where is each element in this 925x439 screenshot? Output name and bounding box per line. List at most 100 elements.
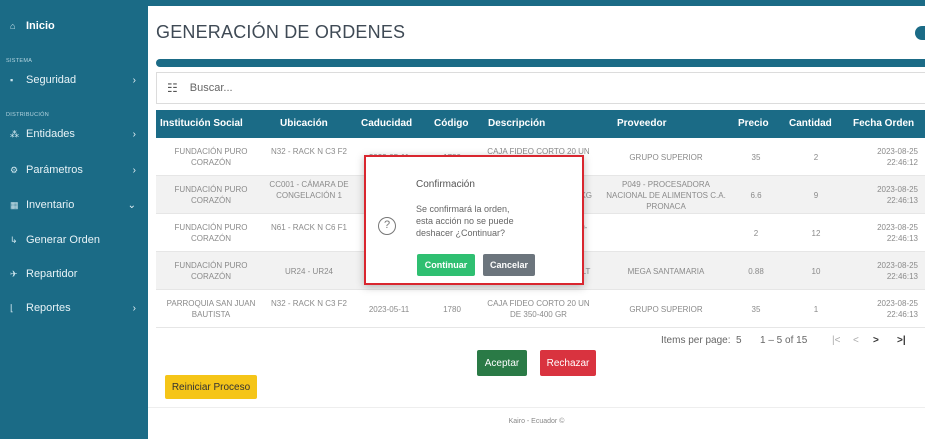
cell-caducidad: 2023-05-11 — [368, 305, 410, 314]
last-page-button[interactable]: >| — [897, 335, 906, 346]
sidebar-item-seguridad[interactable]: ▪ Seguridad › — [0, 69, 148, 91]
cell-ubicacion: N32 - RACK N C3 F2 — [270, 147, 348, 156]
accent-bar — [156, 59, 925, 67]
cell-institucion: FUNDACIÓN PURO CORAZÓN — [174, 147, 248, 167]
entities-icon: ⁂ — [10, 128, 19, 139]
filter-icon[interactable]: ☷ — [167, 81, 178, 95]
page-range: 1 – 5 of 15 — [760, 335, 808, 346]
dialog-title: Confirmación — [416, 179, 475, 190]
cell-ubicacion: CC001 - CÁMARA DE CONGELACIÓN 1 — [269, 180, 349, 200]
page-size-select[interactable]: 5 — [736, 335, 742, 346]
items-per-page-label: Items per page: — [661, 335, 731, 346]
sidebar-item-label: Seguridad — [26, 74, 77, 86]
search-bar[interactable]: ☷ Buscar... — [156, 72, 925, 104]
sidebar-item-label: Inicio — [26, 20, 55, 32]
cell-institucion: PARROQUIA SAN JUAN BAUTISTA — [166, 299, 256, 319]
cell-descripcion: CAJA FIDEO CORTO 20 UN DE 350-400 GR — [487, 299, 590, 319]
cell-proveedor: MEGA SANTAMARIA — [627, 267, 705, 276]
cell-proveedor: GRUPO SUPERIOR — [629, 305, 703, 314]
section-sistema: SISTEMA — [6, 58, 33, 64]
next-page-button[interactable]: > — [873, 335, 879, 346]
cell-fecha: 2023-08-25 22:46:13 — [877, 185, 918, 205]
sidebar-item-repartidor[interactable]: ✈ Repartidor — [0, 263, 148, 285]
accept-button[interactable]: Aceptar — [477, 350, 527, 376]
col-header[interactable]: Institución Social — [160, 118, 243, 129]
section-distribucion: DISTRIBUCIÓN — [6, 112, 50, 118]
col-header[interactable]: Descripción — [488, 118, 545, 129]
col-header[interactable]: Proveedor — [617, 118, 666, 129]
col-header[interactable]: Fecha Orden — [853, 118, 914, 129]
sidebar-item-reportes[interactable]: ⌊ Reportes › — [0, 297, 148, 319]
delivery-icon: ✈ — [10, 268, 18, 279]
sidebar: ⌂ Inicio SISTEMA ▪ Seguridad › DISTRIBUC… — [0, 0, 148, 439]
chevron-right-icon: › — [132, 128, 136, 140]
cell-fecha: 2023-08-25 22:46:13 — [877, 223, 918, 243]
cell-institucion: FUNDACIÓN PURO CORAZÓN — [174, 223, 248, 243]
cell-cantidad: 9 — [813, 191, 819, 200]
sidebar-item-label: Parámetros — [26, 164, 83, 176]
col-header[interactable]: Código — [434, 118, 468, 129]
order-icon: ↳ — [10, 234, 18, 245]
chevron-right-icon: › — [132, 302, 136, 314]
cancel-button[interactable]: Cancelar — [483, 254, 535, 276]
chart-icon: ⌊ — [10, 302, 14, 313]
chevron-right-icon: › — [132, 74, 136, 86]
chevron-right-icon: › — [132, 164, 136, 176]
cell-cantidad: 2 — [813, 153, 819, 162]
continue-button[interactable]: Continuar — [417, 254, 475, 276]
sidebar-item-label: Inventario — [26, 199, 75, 211]
col-header[interactable]: Precio — [738, 118, 769, 129]
sidebar-item-generar-orden[interactable]: ↳ Generar Orden — [0, 229, 148, 251]
question-icon: ? — [378, 217, 396, 235]
cell-cantidad: 1 — [813, 305, 819, 314]
dialog-message: Se confirmará la orden, esta acción no s… — [416, 204, 514, 238]
page-title: GENERACIÓN DE ORDENES — [156, 22, 406, 42]
cell-precio: 35 — [751, 305, 761, 314]
table-header: Institución Social Ubicación Caducidad C… — [156, 110, 925, 138]
sidebar-item-inicio[interactable]: ⌂ Inicio — [0, 15, 148, 37]
top-bar — [148, 0, 925, 6]
sidebar-item-label: Repartidor — [26, 268, 78, 280]
sidebar-item-label: Reportes — [26, 302, 71, 314]
cell-precio: 35 — [751, 153, 761, 162]
cell-cantidad: 12 — [811, 229, 821, 238]
cell-cantidad: 10 — [811, 267, 821, 276]
cell-codigo: 1780 — [443, 305, 461, 314]
lock-icon: ▪ — [10, 75, 14, 85]
first-page-button[interactable]: |< — [832, 335, 840, 346]
settings-icon: ⚙ — [10, 164, 19, 175]
cell-proveedor: GRUPO SUPERIOR — [629, 153, 703, 162]
sidebar-item-entidades[interactable]: ⁂ Entidades › — [0, 123, 148, 145]
cell-precio: 2 — [753, 229, 759, 238]
confirmation-dialog: Confirmación ? Se confirmará la orden, e… — [364, 155, 584, 285]
cell-institucion: FUNDACIÓN PURO CORAZÓN — [174, 261, 248, 281]
home-icon: ⌂ — [10, 21, 16, 31]
paginator: Items per page: 5 1 – 5 of 15 |< < > >| — [156, 330, 925, 352]
sidebar-item-inventario[interactable]: ▦ Inventario ⌄ — [0, 194, 148, 216]
chevron-down-icon: ⌄ — [127, 199, 136, 211]
cell-ubicacion: N61 - RACK N C6 F1 — [270, 223, 348, 232]
cell-fecha: 2023-08-25 22:46:12 — [877, 147, 918, 167]
col-header[interactable]: Caducidad — [361, 118, 412, 129]
cell-precio: 6.6 — [750, 191, 762, 200]
sidebar-item-parametros[interactable]: ⚙ Parámetros › — [0, 159, 148, 181]
sidebar-item-label: Entidades — [26, 128, 75, 140]
reject-button[interactable]: Rechazar — [540, 350, 596, 376]
footer-text: Kairo - Ecuador © — [508, 418, 565, 425]
sidebar-item-label: Generar Orden — [26, 234, 100, 246]
cell-proveedor: P049 - PROCESADORA NACIONAL DE ALIMENTOS… — [606, 180, 726, 211]
cell-institucion: FUNDACIÓN PURO CORAZÓN — [174, 185, 248, 205]
user-menu-icon[interactable] — [915, 26, 925, 40]
prev-page-button[interactable]: < — [853, 335, 859, 346]
search-input[interactable]: Buscar... — [190, 82, 233, 94]
table-row[interactable]: PARROQUIA SAN JUAN BAUTISTA N32 - RACK N… — [156, 290, 925, 328]
cell-fecha: 2023-08-25 22:46:13 — [877, 261, 918, 281]
col-header[interactable]: Cantidad — [789, 118, 832, 129]
cell-ubicacion: N32 - RACK N C3 F2 — [270, 299, 348, 308]
inventory-icon: ▦ — [10, 199, 19, 210]
cell-ubicacion: UR24 - UR24 — [284, 267, 333, 276]
cell-precio: 0.88 — [748, 267, 764, 276]
cell-fecha: 2023-08-25 22:46:13 — [877, 299, 918, 319]
restart-process-button[interactable]: Reiniciar Proceso — [165, 375, 257, 399]
col-header[interactable]: Ubicación — [280, 118, 328, 129]
